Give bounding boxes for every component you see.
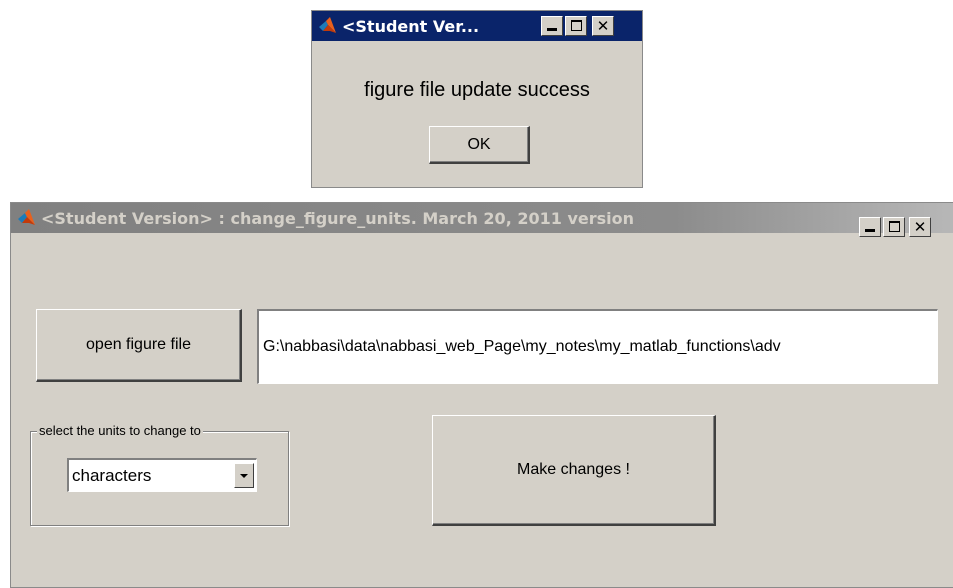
- maximize-icon: [571, 20, 582, 31]
- main-window: <Student Version> : change_figure_units.…: [10, 202, 953, 588]
- minimize-icon: [865, 229, 875, 232]
- units-groupbox: select the units to change to characters: [30, 423, 289, 526]
- minimize-icon: [547, 28, 557, 31]
- make-changes-label: Make changes !: [517, 461, 630, 478]
- open-figure-file-label: open figure file: [86, 336, 191, 353]
- success-dialog: <Student Ver... ✕ figure file update suc…: [311, 10, 643, 188]
- close-icon: ✕: [596, 17, 610, 35]
- open-figure-file-button[interactable]: open figure file: [36, 309, 242, 382]
- matlab-logo-icon: [18, 209, 35, 225]
- main-title: <Student Version> : change_figure_units.…: [41, 208, 634, 228]
- ok-button-label: OK: [467, 135, 491, 153]
- maximize-icon: [889, 221, 900, 232]
- dialog-close-button[interactable]: ✕: [592, 16, 614, 36]
- units-select-value: characters: [72, 466, 152, 485]
- main-maximize-button[interactable]: [883, 217, 905, 237]
- dialog-message: figure file update success: [364, 79, 590, 101]
- matlab-logo-icon: [319, 17, 336, 33]
- main-close-button[interactable]: ✕: [909, 217, 931, 237]
- units-dropdown-button[interactable]: [234, 463, 254, 488]
- main-minimize-button[interactable]: [859, 217, 881, 237]
- close-icon: ✕: [913, 218, 927, 236]
- file-path-field[interactable]: G:\nabbasi\data\nabbasi_web_Page\my_note…: [257, 309, 938, 384]
- main-titlebar[interactable]: <Student Version> : change_figure_units.…: [11, 203, 953, 233]
- dialog-maximize-button[interactable]: [565, 16, 587, 36]
- ok-button[interactable]: OK: [429, 126, 530, 164]
- units-group-label: select the units to change to: [37, 423, 203, 438]
- dialog-title: <Student Ver...: [342, 16, 480, 36]
- chevron-down-icon: [240, 474, 248, 478]
- make-changes-button[interactable]: Make changes !: [432, 415, 716, 526]
- dialog-minimize-button[interactable]: [541, 16, 563, 36]
- units-select[interactable]: characters: [67, 458, 257, 492]
